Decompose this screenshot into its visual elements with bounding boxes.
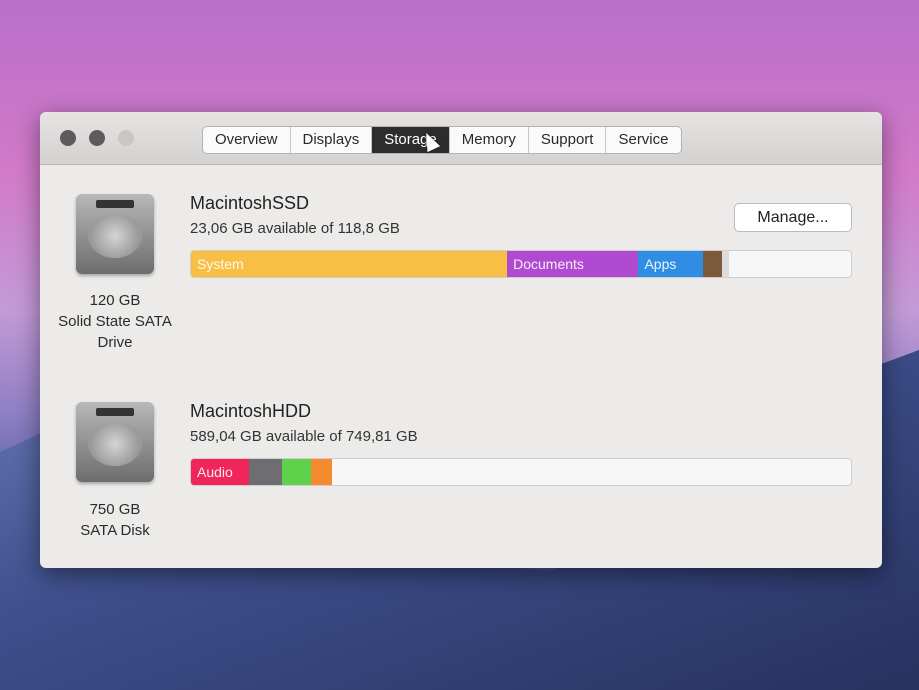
minimize-button[interactable] — [89, 130, 105, 146]
storage-bar: System Documents Apps — [190, 250, 852, 278]
storage-segment-apps[interactable]: Apps — [638, 251, 704, 277]
disk-size: 750 GB — [89, 501, 141, 518]
tab-bar: Overview Displays Storage Memory Support… — [202, 126, 682, 154]
storage-segment-audio[interactable]: Audio — [191, 459, 250, 485]
disk-available: 589,04 GB available of 749,81 GB — [190, 428, 418, 445]
hard-drive-icon — [76, 194, 154, 274]
disk-type-line2: Drive — [97, 334, 133, 351]
title-bar: Overview Displays Storage Memory Support… — [40, 112, 882, 165]
storage-bar: Audio — [190, 458, 852, 486]
storage-segment[interactable] — [311, 459, 333, 485]
storage-segment-system[interactable]: System — [191, 251, 508, 277]
storage-segment[interactable] — [282, 459, 312, 485]
storage-segment-documents[interactable]: Documents — [507, 251, 639, 277]
storage-segment[interactable] — [249, 459, 283, 485]
disk-name: MacintoshSSD — [190, 193, 310, 213]
close-button[interactable] — [60, 130, 76, 146]
disk-size: 120 GB — [89, 292, 141, 309]
tab-overview[interactable]: Overview — [203, 127, 291, 153]
about-this-mac-window: Overview Displays Storage Memory Support… — [40, 112, 882, 568]
tab-storage[interactable]: Storage — [372, 127, 450, 153]
disk-available: 23,06 GB available of 118,8 GB — [190, 220, 400, 237]
disk-type: Solid State SATA — [58, 313, 172, 330]
storage-segment[interactable] — [703, 251, 723, 277]
zoom-button[interactable] — [118, 130, 134, 146]
disk-type: SATA Disk — [80, 522, 150, 539]
hard-drive-icon — [76, 402, 154, 482]
tab-service[interactable]: Service — [606, 127, 680, 153]
storage-segment[interactable] — [722, 251, 729, 277]
disk-name: MacintoshHDD — [190, 401, 312, 421]
manage-button[interactable]: Manage... — [734, 203, 852, 232]
tab-memory[interactable]: Memory — [450, 127, 529, 153]
tab-support[interactable]: Support — [529, 127, 607, 153]
tab-displays[interactable]: Displays — [291, 127, 373, 153]
